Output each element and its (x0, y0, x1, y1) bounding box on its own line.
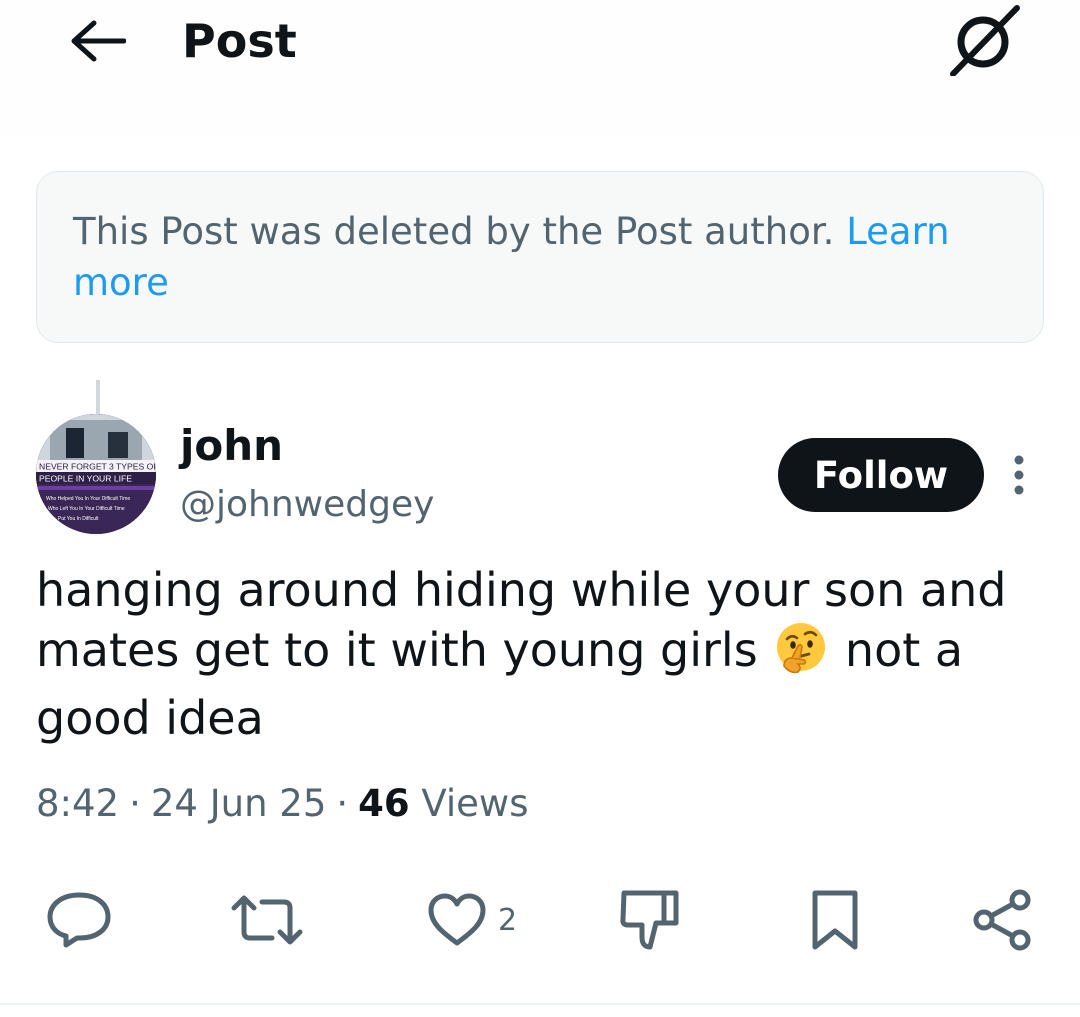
post-time: 8:42 (36, 782, 120, 825)
author-handle[interactable]: @johnwedgey (180, 480, 434, 530)
author-display-name[interactable]: john (180, 418, 283, 474)
avatar-text-line1: NEVER FORGET 3 TYPES OF (39, 462, 156, 472)
grok-icon (950, 5, 1020, 76)
views-count[interactable]: 46 (358, 782, 410, 825)
avatar-text-line5: Put You In Difficult (58, 516, 99, 522)
avatar-image: NEVER FORGET 3 TYPES OF PEOPLE IN YOUR L… (36, 414, 156, 534)
reply-icon (47, 892, 111, 948)
bookmark-icon (812, 890, 858, 950)
bottom-divider (0, 1003, 1080, 1005)
meta-separator: · (129, 782, 141, 825)
bookmark-button[interactable] (808, 880, 862, 960)
repost-button[interactable] (230, 880, 304, 960)
deleted-post-notice: This Post was deleted by the Post author… (36, 171, 1044, 343)
heart-icon (428, 893, 486, 946)
share-button[interactable] (970, 880, 1034, 960)
reply-button[interactable] (44, 880, 114, 960)
grok-button[interactable] (940, 2, 1026, 78)
meta-separator: · (336, 782, 349, 825)
follow-button[interactable]: Follow (778, 438, 984, 512)
post-action-bar: 2 (0, 880, 1080, 960)
like-button[interactable]: 2 (426, 880, 517, 960)
more-vertical-icon (1014, 455, 1024, 495)
more-options-button[interactable] (1004, 450, 1034, 500)
back-button[interactable] (64, 14, 130, 68)
like-count: 2 (498, 902, 518, 938)
repost-icon (231, 895, 303, 945)
share-icon (973, 889, 1031, 951)
notice-text: This Post was deleted by the Post author… (73, 210, 847, 253)
views-label: Views (409, 782, 529, 825)
thinking-face-icon (774, 620, 828, 688)
page-title: Post (182, 14, 297, 68)
post-text: hanging around hiding while your son and… (36, 560, 1046, 748)
avatar-text-line4: Who Left You In Your Difficult Time (48, 506, 125, 512)
arrow-left-icon (71, 20, 126, 62)
avatar-text-line2: PEOPLE IN YOUR LIFE (39, 474, 132, 484)
avatar-text-line3: Who Helped You In Your Difficult Time (46, 496, 130, 502)
avatar[interactable]: NEVER FORGET 3 TYPES OF PEOPLE IN YOUR L… (36, 414, 156, 534)
downvote-button[interactable] (618, 880, 680, 960)
post-meta: 8:42 · 24 Jun 25 · 46 Views (36, 778, 528, 830)
thread-connector-line (96, 380, 100, 414)
top-app-bar: Post (0, 0, 1080, 135)
thumbs-down-icon (620, 890, 679, 950)
post-date: 24 Jun 25 (150, 782, 327, 825)
